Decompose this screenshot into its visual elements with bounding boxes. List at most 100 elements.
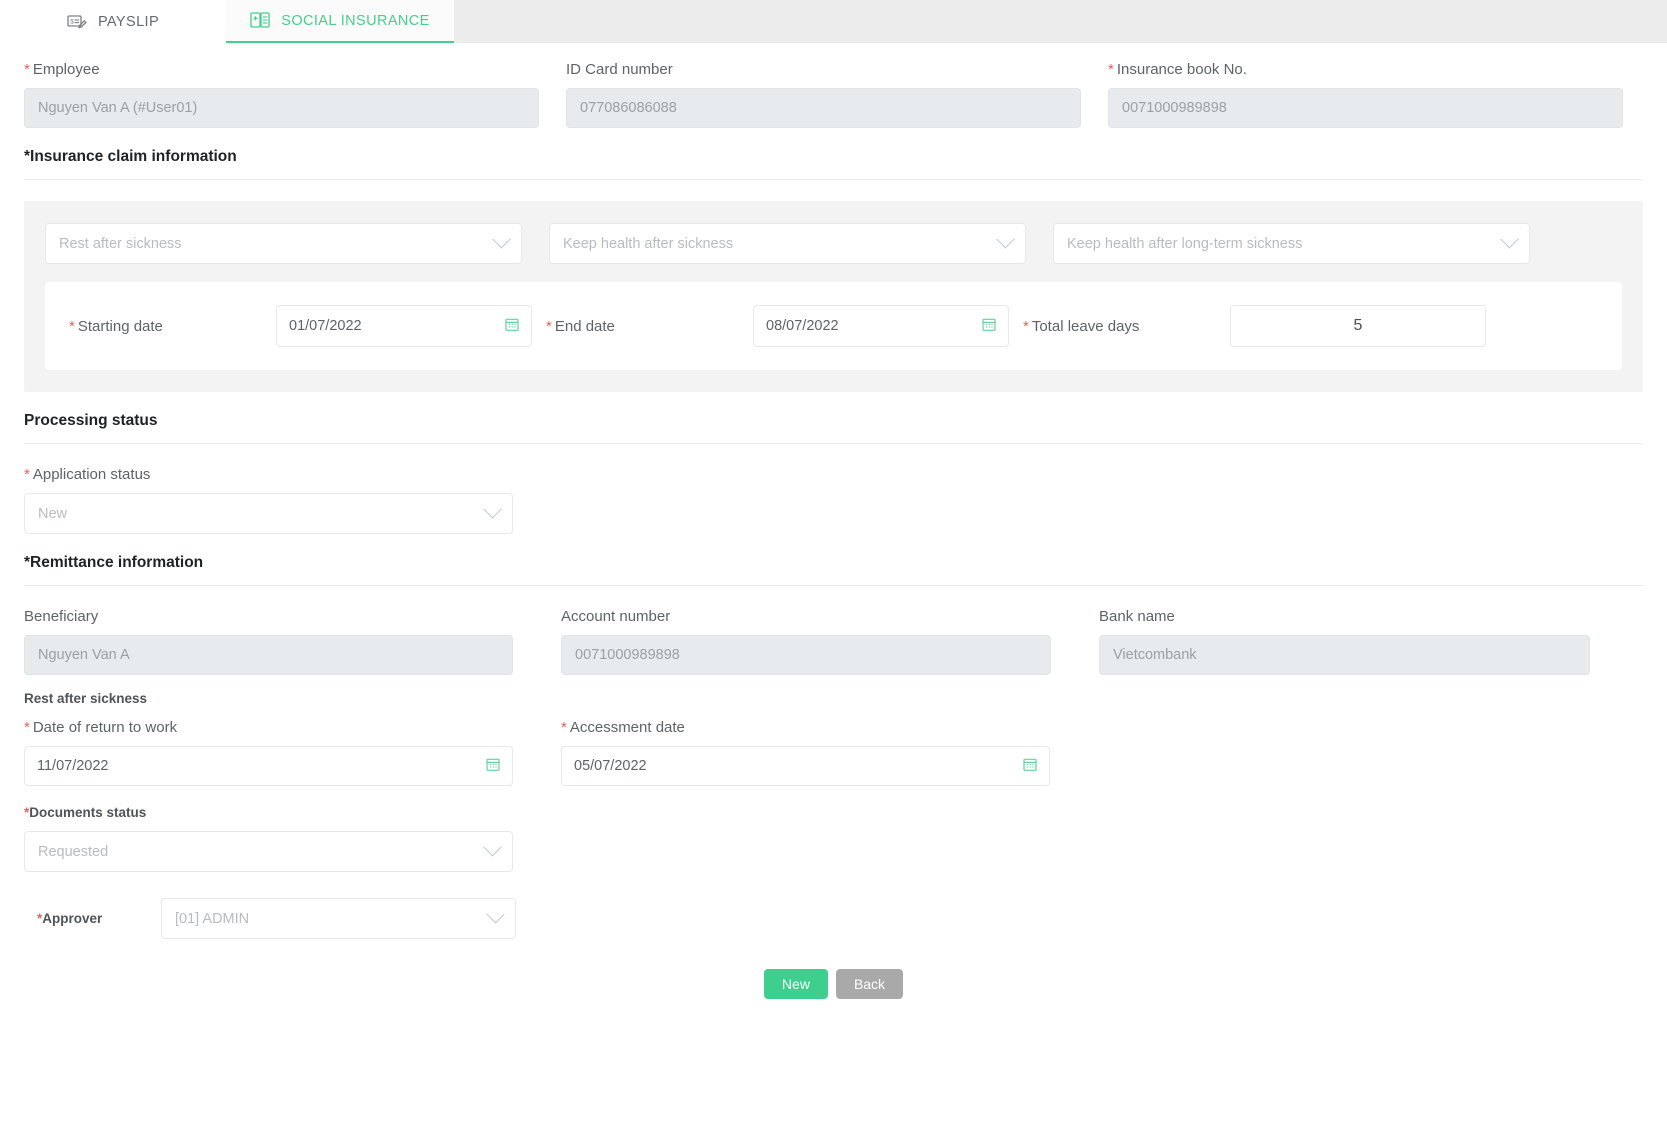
approver-group: *Approver [01] ADMIN (24, 898, 1643, 939)
claim-type-select-row: Rest after sickness Keep health after si… (45, 223, 1622, 264)
bank-name-group: Bank name Vietcombank (1099, 608, 1590, 675)
employee-input: Nguyen Van A (#User01) (24, 88, 539, 128)
required-asterisk: * (24, 719, 30, 736)
accessment-date-value: 05/07/2022 (574, 758, 647, 774)
return-accessment-row: * Date of return to work 11/07/2022 * Ac… (24, 719, 1643, 786)
accessment-date-group: * Accessment date 05/07/2022 (561, 719, 1050, 786)
tab-social-insurance[interactable]: SOCIAL INSURANCE (226, 0, 454, 43)
remittance-divider (24, 585, 1643, 586)
employee-value: Nguyen Van A (#User01) (38, 100, 198, 116)
required-asterisk: * (1023, 317, 1029, 335)
beneficiary-label: Beneficiary (24, 608, 99, 625)
claim-section-heading: *Insurance claim information (24, 148, 237, 165)
tab-payslip[interactable]: $ PAYSLIP (0, 0, 226, 43)
documents-status-select[interactable]: Requested (24, 831, 513, 872)
end-date-value: 08/07/2022 (766, 318, 839, 334)
back-button[interactable]: Back (835, 969, 904, 999)
insurance-book-input: 0071000989898 (1108, 88, 1623, 128)
account-number-value: 0071000989898 (575, 647, 680, 663)
end-date-input[interactable]: 08/07/2022 (753, 305, 1009, 347)
application-status-select[interactable]: New (24, 493, 513, 534)
insurance-book-label: * Insurance book No. (1108, 61, 1247, 78)
starting-date-input[interactable]: 01/07/2022 (276, 305, 532, 347)
bank-name-value: Vietcombank (1113, 647, 1197, 663)
keep-health-long-term-value: Keep health after long-term sickness (1067, 235, 1303, 252)
required-asterisk: * (24, 466, 30, 483)
return-date-value: 11/07/2022 (37, 758, 109, 774)
chevron-down-icon (492, 230, 511, 249)
remittance-heading: *Remittance information (24, 554, 204, 571)
keep-health-long-term-select[interactable]: Keep health after long-term sickness (1053, 223, 1530, 264)
return-date-input[interactable]: 11/07/2022 (24, 746, 513, 786)
identity-row: * Employee Nguyen Van A (#User01) ID Card… (24, 43, 1643, 128)
claim-panel: Rest after sickness Keep health after si… (24, 201, 1643, 392)
chevron-down-icon (486, 905, 505, 924)
end-date-group: * End date 08/07/2022 (546, 305, 1023, 347)
total-leave-days-group: * Total leave days 5 (1023, 305, 1500, 347)
id-card-label: ID Card number (566, 61, 673, 78)
accessment-date-label: * Accessment date (561, 719, 685, 736)
keep-health-after-sickness-select[interactable]: Keep health after sickness (549, 223, 1026, 264)
form-card: * Employee Nguyen Van A (#User01) ID Card… (0, 43, 1667, 1128)
accessment-date-input[interactable]: 05/07/2022 (561, 746, 1050, 786)
rest-after-sickness-value: Rest after sickness (59, 235, 182, 252)
new-button[interactable]: New (763, 969, 828, 999)
approver-select[interactable]: [01] ADMIN (161, 898, 516, 939)
processing-status-heading: Processing status (24, 412, 158, 429)
chevron-down-icon (483, 500, 502, 519)
starting-date-group: * Starting date 01/07/2022 (69, 305, 546, 347)
remittance-fields-row: Beneficiary Nguyen Van A Account number … (24, 608, 1643, 675)
required-asterisk: * (24, 61, 30, 78)
account-number-group: Account number 0071000989898 (561, 608, 1051, 675)
rest-after-sickness-select[interactable]: Rest after sickness (45, 223, 522, 264)
approver-label: *Approver (37, 911, 103, 926)
starting-date-label: * Starting date (69, 317, 163, 335)
social-insurance-icon (250, 11, 270, 30)
beneficiary-input: Nguyen Van A (24, 635, 513, 675)
return-date-label: * Date of return to work (24, 719, 178, 736)
processing-status-divider (24, 443, 1643, 444)
account-number-input: 0071000989898 (561, 635, 1051, 675)
approver-value: [01] ADMIN (175, 910, 250, 927)
total-leave-days-label: * Total leave days (1023, 317, 1140, 335)
tab-social-insurance-label: SOCIAL INSURANCE (281, 12, 430, 29)
bank-name-label: Bank name (1099, 608, 1175, 625)
insurance-book-field-group: * Insurance book No. 0071000989898 (1108, 61, 1623, 128)
required-asterisk: * (546, 317, 552, 335)
rest-after-sickness-subheading: Rest after sickness (24, 691, 148, 706)
chevron-down-icon (996, 230, 1015, 249)
id-card-field-group: ID Card number 077086086088 (566, 61, 1081, 128)
end-date-label: * End date (546, 317, 615, 335)
payslip-icon: $ (67, 13, 87, 31)
calendar-icon[interactable] (486, 757, 500, 775)
calendar-icon[interactable] (982, 317, 996, 335)
chevron-down-icon (1500, 230, 1519, 249)
claim-section-divider (24, 179, 1643, 180)
employee-label: * Employee (24, 61, 100, 78)
beneficiary-value: Nguyen Van A (38, 647, 130, 663)
svg-text:$: $ (70, 18, 74, 25)
action-button-row: New Back (24, 969, 1643, 999)
insurance-book-value: 0071000989898 (1122, 100, 1227, 116)
account-number-label: Account number (561, 608, 671, 625)
application-status-label: * Application status (24, 466, 151, 483)
social-insurance-page: $ PAYSLIP SOCIAL INSURANCE * Employee Ng… (0, 0, 1667, 1128)
keep-health-after-sickness-value: Keep health after sickness (563, 235, 734, 252)
documents-status-group: *Documents status Requested (24, 804, 1643, 872)
id-card-input: 077086086088 (566, 88, 1081, 128)
documents-status-value: Requested (38, 843, 109, 860)
required-asterisk: * (1108, 61, 1114, 78)
chevron-down-icon (483, 838, 502, 857)
return-date-group: * Date of return to work 11/07/2022 (24, 719, 513, 786)
tab-payslip-label: PAYSLIP (97, 13, 160, 30)
application-status-value: New (38, 505, 68, 522)
calendar-icon[interactable] (1023, 757, 1037, 775)
documents-status-label: *Documents status (24, 805, 147, 820)
total-leave-days-input[interactable]: 5 (1230, 305, 1486, 347)
beneficiary-group: Beneficiary Nguyen Van A (24, 608, 513, 675)
required-asterisk: * (69, 317, 75, 335)
id-card-value: 077086086088 (580, 100, 677, 116)
tab-bar: $ PAYSLIP SOCIAL INSURANCE (0, 0, 1667, 43)
calendar-icon[interactable] (505, 317, 519, 335)
total-leave-days-value: 5 (1353, 317, 1363, 334)
